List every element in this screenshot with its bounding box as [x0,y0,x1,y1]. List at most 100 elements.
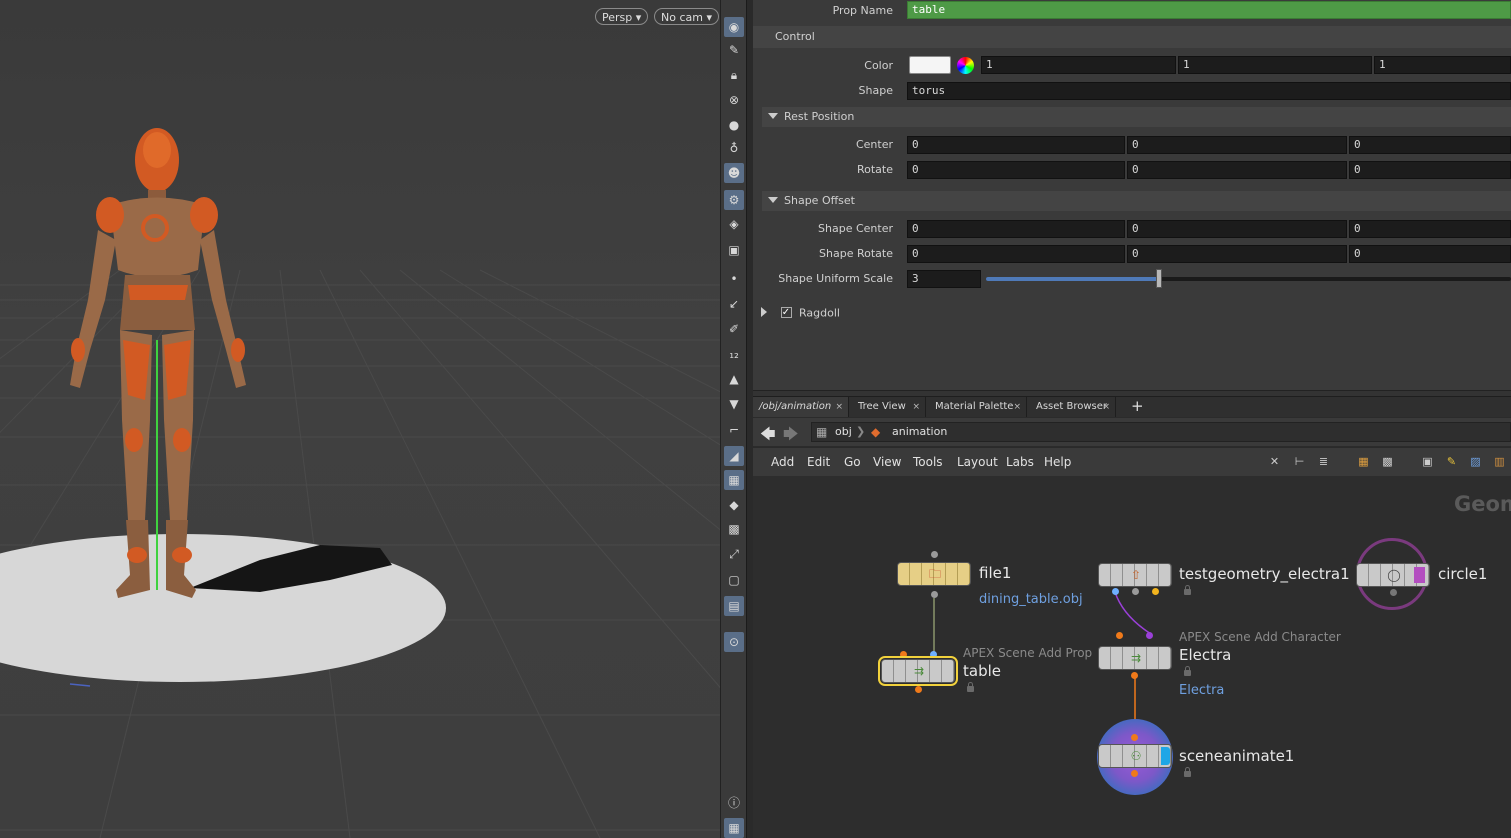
rotate-x-field[interactable]: 0 [907,161,1125,179]
pen-icon[interactable]: ✐ [724,319,744,339]
point-icon[interactable]: • [724,269,744,289]
shape-rotate-x-field[interactable]: 0 [907,245,1125,263]
menu-add[interactable]: Add [771,455,794,469]
shape-center-z-field[interactable]: 0 [1349,220,1511,238]
number-12-icon[interactable]: ₁₂ [724,344,744,364]
tab-obj-animation[interactable]: /obj/animation × [753,397,849,417]
eye-icon[interactable]: ◉ [724,17,744,37]
file1-input-dot[interactable] [931,551,938,558]
square-icon[interactable]: ▢ [724,570,744,590]
lock-icon[interactable] [967,682,974,692]
node-circle1[interactable]: ◯ [1356,563,1430,587]
rotate-y-field[interactable]: 0 [1127,161,1347,179]
menu-layout[interactable]: Layout [957,455,998,469]
diamond-icon[interactable]: ◆ [724,495,744,515]
lock-icon[interactable] [1184,585,1191,595]
testgeometry-output-dot-3[interactable] [1152,588,1159,595]
sceneanimate1-input-dot[interactable] [1131,734,1138,741]
back-arrow-icon[interactable]: 🡄 [760,424,776,449]
uniform-scale-slider-handle[interactable] [1156,269,1162,288]
color-palette-icon[interactable]: ▦ [1357,455,1370,468]
shape-rotate-z-field[interactable]: 0 [1349,245,1511,263]
node-electra-character-link[interactable]: Electra [1179,683,1224,698]
display-icon[interactable]: ▩ [724,519,744,539]
asset-icon[interactable]: ▥ [1493,455,1506,468]
file1-output-dot[interactable] [931,591,938,598]
lock-icon[interactable]: 🔒︎ [724,65,744,85]
table-output-dot[interactable] [915,686,922,693]
ghost-icon[interactable]: ⊗ [724,90,744,110]
sceneanimate1-output-dot[interactable] [1131,770,1138,777]
shape-center-y-field[interactable]: 0 [1127,220,1347,238]
checker-icon[interactable]: ▦ [724,470,744,490]
ragdoll-folder[interactable]: ✓ Ragdoll [753,306,953,324]
rotate-z-field[interactable]: 0 [1349,161,1511,179]
control-header[interactable]: Control [753,26,1511,48]
electra-output-dot[interactable] [1131,672,1138,679]
shape-field[interactable]: torus [907,82,1511,100]
network-editor-canvas[interactable]: Geom 🗀 file1 dining_table.obj ⇉ APEX Sce… [753,476,1511,838]
scene-viewport[interactable]: Persp ▾ No cam ▾ [0,0,720,838]
color-wheel-icon[interactable] [957,57,974,74]
shape-offset-header[interactable]: Shape Offset [762,191,1511,211]
close-icon[interactable]: × [1102,397,1110,417]
brush-icon[interactable]: ↙ [724,294,744,314]
forward-arrow-icon[interactable]: 🡆 [783,424,799,449]
menu-go[interactable]: Go [844,455,861,469]
testgeometry-output-dot-1[interactable] [1112,588,1119,595]
cursor-icon[interactable]: ⤢ [724,544,744,564]
display-flag[interactable] [1414,567,1425,583]
add-tab-button[interactable]: + [1125,397,1149,417]
node-electra[interactable]: ⇉ [1098,646,1172,670]
shape-center-x-field[interactable]: 0 [907,220,1125,238]
network-box-icon[interactable]: ▣ [1421,455,1434,468]
select-icon[interactable]: ✎ [724,40,744,60]
camera-icon[interactable]: ⚙ [724,190,744,210]
center-y-field[interactable]: 0 [1127,136,1347,154]
breadcrumb-obj[interactable]: obj [835,423,852,441]
flag-icon[interactable]: ▲ [724,369,744,389]
node-testgeometry-electra1[interactable]: ⇧ [1098,563,1172,587]
color-b-field[interactable]: 1 [1374,56,1511,74]
camera-mode-menu[interactable]: Persp ▾ [595,8,649,25]
skeleton-icon[interactable]: ☻ [724,163,744,183]
color-g-field[interactable]: 1 [1178,56,1372,74]
sphere-shading-icon[interactable]: ● [724,115,744,135]
color-r-field[interactable]: 1 [981,56,1176,74]
pin-icon[interactable]: ⊙ [724,632,744,652]
circle1-output-dot[interactable] [1390,589,1397,596]
node-file1-filename[interactable]: dining_table.obj [979,592,1083,607]
uniform-scale-slider-track[interactable] [986,277,1511,281]
electra-input-dot-2[interactable] [1146,632,1153,639]
node-table[interactable]: ⇉ [878,656,958,686]
menu-view[interactable]: View [873,455,901,469]
center-x-field[interactable]: 0 [907,136,1125,154]
lock-icon[interactable] [1184,767,1191,777]
node-file1[interactable]: 🗀 [897,562,971,586]
ragdoll-checkbox[interactable]: ✓ [780,306,792,318]
color-swatch[interactable] [909,56,951,74]
light-icon[interactable]: ♁ [724,138,744,158]
close-icon[interactable]: × [912,397,920,417]
image-background-icon[interactable]: ▨ [1469,455,1482,468]
rest-position-header[interactable]: Rest Position [762,107,1511,127]
testgeometry-output-dot-2[interactable] [1132,588,1139,595]
wrench-icon[interactable]: ✕ [1268,455,1281,468]
table-input-dot-2[interactable] [930,651,937,658]
shape-rotate-y-field[interactable]: 0 [1127,245,1347,263]
center-z-field[interactable]: 0 [1349,136,1511,154]
sticky-note-icon[interactable]: ✎ [1445,455,1458,468]
info-icon[interactable]: ⓘ [724,792,744,812]
prop-name-field[interactable]: table [907,1,1511,19]
camera-select-menu[interactable]: No cam ▾ [654,8,719,25]
list-icon[interactable]: ≣ [1317,455,1330,468]
snapshot-icon[interactable]: ▣ [724,240,744,260]
tab-tree-view[interactable]: Tree View × [852,397,926,417]
display-flag[interactable] [1161,747,1170,765]
grid-layout-icon[interactable]: ▩ [1381,455,1394,468]
knife-icon[interactable]: ◢ [724,446,744,466]
close-icon[interactable]: × [835,397,843,417]
table-input-dot-1[interactable] [900,651,907,658]
menu-tools[interactable]: Tools [913,455,943,469]
breadcrumb-animation[interactable]: animation [892,423,947,441]
